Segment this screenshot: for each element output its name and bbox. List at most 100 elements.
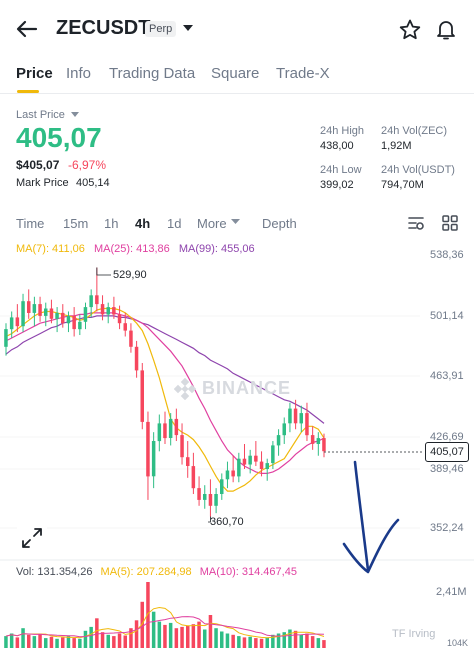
vol-zec-value: 1,92M (381, 140, 412, 152)
volume-bar (134, 620, 139, 648)
volume-bar (225, 633, 230, 648)
volume-axis-tick: 104K (447, 638, 469, 648)
volume-bar (9, 633, 14, 648)
candle-body (123, 323, 127, 331)
low-24h-value: 399,02 (320, 179, 354, 191)
interval-15m[interactable]: 15m (63, 216, 88, 231)
period-low-label: 360,70 (210, 516, 244, 528)
candle-body (237, 458, 241, 477)
current-price-tag: 405,07 (425, 442, 469, 462)
tab-trade-x[interactable]: Trade-X (276, 65, 330, 82)
volume-readout: Vol: 131.354,26 (16, 566, 93, 578)
volume-bar (237, 636, 241, 648)
volume-bar (157, 621, 162, 648)
interval-more[interactable]: More (197, 216, 227, 231)
candle-body (15, 317, 20, 327)
volume-bar (21, 628, 25, 648)
star-icon[interactable] (398, 18, 422, 42)
last-price-label[interactable]: Last Price (16, 109, 65, 121)
volume-axis-tick: 2,41M (436, 586, 467, 598)
y-axis-tick: 538,36 (430, 249, 464, 261)
volume-ma5-readout: MA(5): 207.284,98 (100, 566, 192, 578)
volume-bar (72, 638, 76, 648)
volume-bar (89, 626, 93, 648)
header: ZECUSDT Perp (0, 0, 474, 58)
candle-body (180, 435, 184, 458)
price-change-percent: -6,97% (68, 158, 107, 172)
candle-body (78, 321, 82, 330)
candle-body (112, 307, 116, 315)
interval-1d[interactable]: 1d (167, 216, 181, 231)
candle-body (44, 308, 48, 316)
tab-trading-data[interactable]: Trading Data (109, 65, 195, 82)
symbol-title[interactable]: ZECUSDT (56, 17, 150, 40)
high-24h-label: 24h High (320, 125, 365, 137)
interval-time[interactable]: Time (16, 216, 44, 231)
volume-bar (83, 630, 88, 648)
candle-body (95, 295, 99, 305)
volume-bar (106, 634, 110, 648)
candle-body (168, 418, 173, 438)
hand-drawn-down-arrow (342, 460, 400, 574)
volume-bar (310, 636, 315, 648)
low-24h-label: 24h Low (320, 164, 362, 176)
candle-body (214, 494, 218, 506)
caret-down-icon[interactable] (71, 112, 79, 118)
candle-body (208, 494, 213, 506)
volume-bar (55, 638, 59, 648)
active-tab-indicator (17, 90, 39, 93)
volume-bar (168, 622, 173, 648)
candle-body (299, 413, 303, 424)
candle-body (134, 346, 139, 371)
candle-body (225, 470, 230, 480)
candle-body (140, 370, 144, 422)
volume-bar (316, 638, 321, 648)
grid-layout-icon[interactable] (441, 214, 459, 232)
candle-body (322, 438, 326, 452)
candle-body (259, 461, 264, 469)
fiat-price: $405,07 (16, 158, 60, 172)
interval-4h[interactable]: 4h (135, 216, 150, 231)
volume-bar (95, 618, 99, 648)
ma7-line (5, 307, 325, 492)
candle-body (305, 413, 309, 436)
candle-body (316, 438, 321, 444)
volume-bar (248, 636, 252, 648)
volume-bar (151, 611, 156, 648)
candle-body (282, 423, 286, 436)
tab-info[interactable]: Info (66, 65, 91, 82)
high-marker-line (96, 267, 111, 276)
mark-price-label: Mark Price (16, 177, 69, 189)
volume-bar (208, 615, 213, 648)
back-arrow-icon[interactable] (14, 16, 40, 42)
watermark-text: BINANCE (202, 378, 292, 398)
interval-depth[interactable]: Depth (262, 216, 297, 231)
y-axis-tick: 501,14 (430, 310, 464, 322)
volume-indicator-row: Vol: 131.354,26 MA(5): 207.284,98 MA(10)… (16, 566, 302, 578)
ma99-line (5, 315, 325, 424)
candle-body (186, 457, 190, 466)
volume-bar (27, 634, 31, 648)
page-tabs: Price Info Trading Data Square Trade-X (0, 58, 474, 94)
interval-1h[interactable]: 1h (104, 216, 118, 231)
y-axis-tick: 389,46 (430, 463, 464, 475)
volume-bar (299, 634, 303, 648)
fullscreen-icon[interactable] (17, 523, 47, 553)
bell-icon[interactable] (434, 17, 458, 41)
tab-price[interactable]: Price (16, 65, 53, 82)
candle-body (231, 470, 235, 477)
candle-body (21, 301, 25, 327)
indicator-settings-icon[interactable] (407, 214, 425, 232)
ma-indicator-row: MA(7): 411,06 MA(25): 413,86 MA(99): 455… (16, 243, 261, 255)
tab-square[interactable]: Square (211, 65, 259, 82)
caret-down-icon[interactable] (181, 21, 195, 35)
candle-body (4, 329, 8, 347)
price-chart[interactable] (0, 256, 474, 653)
binance-logo-icon (174, 378, 196, 400)
last-price: 405,07 (16, 122, 102, 153)
volume-bar (191, 624, 196, 648)
volume-bar (174, 628, 179, 648)
candle-body (32, 304, 37, 313)
caret-down-icon[interactable] (231, 219, 240, 225)
volume-bar (305, 633, 309, 648)
